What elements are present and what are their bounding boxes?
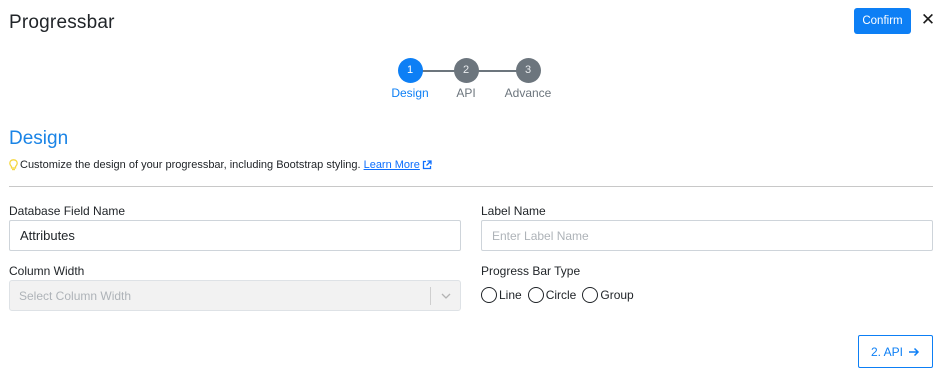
radio-line[interactable]: Line (481, 287, 522, 303)
label-name-label: Label Name (481, 204, 546, 218)
step-number: 3 (515, 58, 541, 83)
column-width-placeholder: Select Column Width (19, 289, 132, 303)
step-label: Design (391, 86, 429, 100)
radio-label: Circle (545, 288, 577, 302)
close-icon[interactable]: ✕ (919, 10, 937, 30)
radio-circle-option[interactable]: Circle (527, 287, 577, 303)
next-api-button[interactable]: 2. API (858, 335, 933, 368)
section-title: Design (9, 128, 69, 149)
step-design[interactable]: 1 Design (380, 58, 440, 100)
radio-label: Line (499, 288, 522, 302)
radio-circle[interactable] (481, 287, 497, 303)
stepper: 1 Design 2 API 3 Advance (388, 58, 558, 102)
hint-text: Customize the design of your progressbar… (20, 159, 361, 171)
step-number: 1 (397, 58, 423, 83)
learn-more-label: Learn More (363, 159, 420, 171)
page-title: Progressbar (9, 12, 115, 33)
section-divider (9, 186, 933, 187)
step-number: 2 (453, 58, 479, 83)
db-field-input[interactable] (9, 220, 461, 251)
select-separator (430, 287, 431, 305)
bar-type-radio-group: Line Circle Group (481, 287, 640, 303)
lightbulb-icon (9, 159, 18, 171)
step-label: Advance (504, 86, 552, 100)
step-api[interactable]: 2 API (436, 58, 496, 100)
radio-group-option[interactable]: Group (582, 287, 634, 303)
chevron-down-icon[interactable] (439, 289, 453, 303)
step-advance[interactable]: 3 Advance (498, 58, 558, 100)
next-button-label: 2. API (870, 344, 904, 359)
column-width-select[interactable]: Select Column Width (9, 280, 461, 311)
radio-label: Group (600, 288, 634, 302)
column-width-label: Column Width (9, 264, 85, 278)
db-field-label: Database Field Name (9, 204, 126, 218)
arrow-right-icon (909, 347, 920, 356)
learn-more-link[interactable]: Learn More (364, 159, 434, 171)
step-label: API (456, 86, 476, 100)
external-link-icon (422, 160, 432, 170)
radio-circle[interactable] (582, 287, 599, 303)
confirm-button[interactable]: Confirm (854, 8, 911, 34)
label-name-input[interactable] (481, 220, 933, 251)
bar-type-label: Progress Bar Type (481, 264, 581, 278)
hint-line: Customize the design of your progressbar… (9, 159, 434, 171)
radio-circle[interactable] (527, 287, 544, 303)
